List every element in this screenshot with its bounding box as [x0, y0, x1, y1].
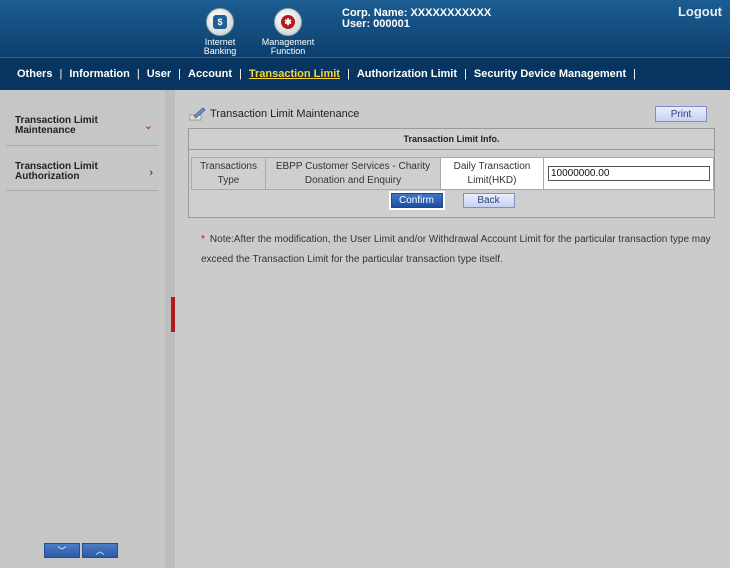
- logout-link[interactable]: Logout: [678, 4, 722, 19]
- management-function-button[interactable]: ✱ Management Function: [258, 8, 318, 56]
- scroll-down-button[interactable]: ﹀: [44, 543, 80, 558]
- scroll-up-button[interactable]: ︿: [82, 543, 118, 558]
- back-button[interactable]: Back: [462, 193, 515, 208]
- nav-others[interactable]: Others: [10, 68, 59, 80]
- main-nav: Others | Information | User | Account | …: [0, 57, 730, 90]
- transactions-type-label: Transactions Type: [191, 157, 266, 190]
- sidebar-item-label: Transaction Limit Maintenance: [15, 115, 98, 136]
- nav-account[interactable]: Account: [181, 68, 239, 80]
- transactions-type-value: EBPP Customer Services - Charity Donatio…: [266, 157, 441, 190]
- sidebar-item-transaction-limit-maintenance[interactable]: Transaction Limit Maintenance ⌄: [6, 98, 158, 146]
- note-body: Note:After the modification, the User Li…: [201, 234, 711, 265]
- app-header: $ Internet Banking ✱ Management Function…: [0, 0, 730, 57]
- user-id: User: 000001: [342, 18, 410, 30]
- chevron-down-icon: ⌄: [143, 120, 153, 132]
- page-title-row: Transaction Limit Maintenance: [189, 107, 359, 121]
- user-info: Corp. Name: XXXXXXXXXXX User: 000001: [342, 8, 491, 30]
- edit-pencil-icon: [189, 107, 206, 121]
- internet-banking-button[interactable]: $ Internet Banking: [190, 8, 250, 56]
- daily-limit-input[interactable]: [548, 166, 710, 181]
- nav-separator: |: [633, 68, 636, 80]
- internet-banking-label-2: Banking: [203, 46, 237, 56]
- note-asterisk: *: [201, 234, 205, 245]
- action-buttons: Confirm Back: [189, 193, 716, 208]
- sidebar: Transaction Limit Maintenance ⌄ Transact…: [0, 90, 165, 568]
- print-button[interactable]: Print: [655, 106, 707, 122]
- nav-transaction-limit[interactable]: Transaction Limit: [242, 68, 347, 80]
- daily-limit-label: Daily Transaction Limit(HKD): [441, 157, 544, 190]
- nav-authorization-limit[interactable]: Authorization Limit: [350, 68, 464, 80]
- sidebar-item-transaction-limit-authorization[interactable]: Transaction Limit Authorization ›: [6, 146, 158, 191]
- confirm-button[interactable]: Confirm: [390, 193, 443, 208]
- monitor-dollar-icon: $: [206, 8, 234, 36]
- sidebar-item-label: Transaction Limit Authorization: [15, 161, 98, 182]
- daily-limit-cell: [544, 157, 714, 190]
- chevron-right-icon: ›: [149, 167, 153, 179]
- management-function-label-2: Function: [270, 46, 306, 56]
- nav-security-device-management[interactable]: Security Device Management: [467, 68, 633, 80]
- panel-title: Transaction Limit Info.: [189, 129, 714, 150]
- transaction-limit-panel: Transaction Limit Info. Transactions Typ…: [188, 128, 715, 218]
- note-text: * Note:After the modification, the User L…: [201, 230, 711, 270]
- main-content: Transaction Limit Maintenance Print Tran…: [175, 90, 730, 568]
- nav-user[interactable]: User: [140, 68, 178, 80]
- gears-icon: ✱: [274, 8, 302, 36]
- page-title: Transaction Limit Maintenance: [210, 108, 360, 120]
- sidebar-scroll-controls: ﹀ ︿: [44, 543, 118, 558]
- info-row: Transactions Type EBPP Customer Services…: [191, 157, 714, 190]
- nav-information[interactable]: Information: [62, 68, 137, 80]
